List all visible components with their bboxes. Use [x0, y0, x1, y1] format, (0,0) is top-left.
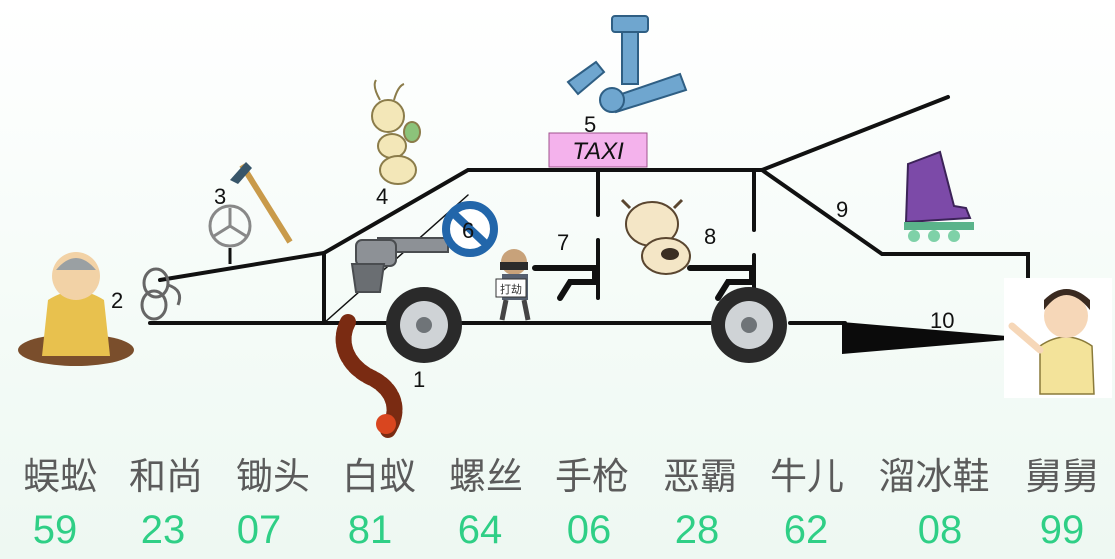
code-label: 23 [140, 508, 186, 552]
word-label: 恶霸 [663, 455, 737, 498]
ant-icon [371, 79, 421, 185]
word-label: 锄头 [236, 455, 310, 498]
words-row: 蜈蚣 和尚 锄头 白蚁 螺丝 手枪 恶霸 牛儿 溜冰鞋 舅舅 [0, 446, 1115, 502]
number-label-7: 7 [557, 230, 569, 255]
revolver-icon [350, 237, 449, 293]
code-label: 99 [1039, 508, 1085, 552]
cow-icon [620, 198, 691, 275]
number-label-9: 9 [836, 197, 848, 222]
bolts-icon [566, 15, 688, 114]
hoe-icon [208, 162, 293, 264]
uncle-icon [1004, 278, 1112, 398]
taxi-sign-label: TAXI [572, 138, 624, 165]
rear-wheel [711, 287, 787, 363]
word-label: 手枪 [555, 455, 629, 498]
number-label-3: 3 [214, 184, 226, 209]
number-label-8: 8 [704, 224, 716, 249]
word-label: 螺丝 [449, 455, 523, 498]
bully-icon: 打劫 [495, 249, 531, 321]
number-label-2: 2 [111, 288, 123, 313]
word-label: 牛儿 [770, 455, 844, 498]
number-label-6: 6 [462, 218, 474, 243]
code-label: 59 [32, 508, 78, 552]
codes-row: 59 23 07 81 64 06 28 62 08 99 [0, 508, 1115, 558]
robber-sign-label: 打劫 [500, 282, 522, 296]
word-label: 舅舅 [1025, 455, 1099, 498]
code-label: 62 [783, 508, 829, 552]
code-label: 81 [347, 508, 393, 552]
code-label: 28 [674, 508, 720, 552]
number-label-10: 10 [930, 308, 954, 333]
number-label-5: 5 [584, 112, 596, 137]
number-label-1: 1 [413, 367, 425, 392]
code-label: 64 [457, 508, 503, 552]
word-label: 溜冰鞋 [878, 455, 990, 498]
front-wheel [386, 287, 462, 363]
code-label: 07 [236, 508, 282, 552]
code-label: 08 [917, 508, 963, 552]
word-label: 白蚁 [342, 455, 416, 498]
number-label-4: 4 [376, 184, 388, 209]
code-label: 06 [566, 508, 612, 552]
word-label: 蜈蚣 [23, 455, 97, 498]
centipede-icon [335, 314, 403, 438]
roller-skate-icon [904, 150, 974, 242]
word-label: 和尚 [129, 455, 203, 498]
